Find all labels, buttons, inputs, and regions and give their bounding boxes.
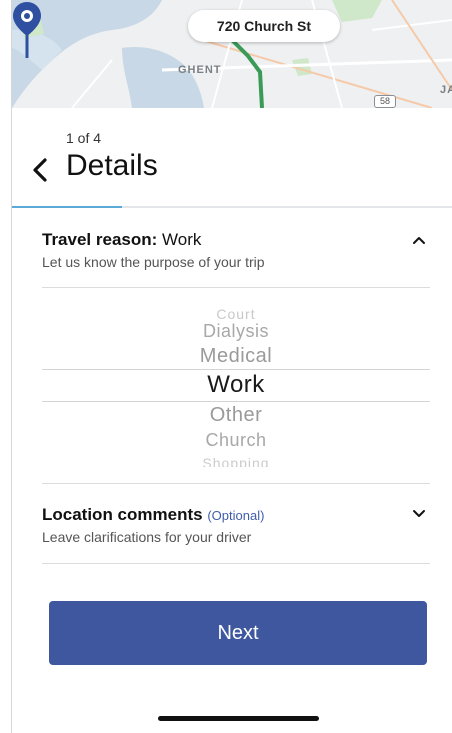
picker-option[interactable]: Other (42, 404, 430, 427)
section-divider (42, 563, 430, 564)
travel-reason-subtitle: Let us know the purpose of your trip (42, 254, 265, 270)
progress-bar (12, 206, 452, 208)
back-chevron-icon[interactable] (28, 156, 52, 184)
screen-edge (11, 0, 12, 733)
address-pill: 720 Church St (188, 10, 340, 42)
page-title: Details (66, 149, 158, 182)
chevron-down-icon[interactable] (410, 508, 428, 520)
chevron-up-icon[interactable] (410, 234, 428, 246)
travel-reason-label: Travel reason: (42, 230, 158, 249)
section-divider (42, 483, 430, 484)
picker-option[interactable]: Medical (42, 345, 430, 368)
picker-option[interactable]: Church (42, 430, 430, 451)
picker-option[interactable]: Court (42, 306, 430, 322)
app-screen: GHENT JA 58 720 Church St 1 of 4 Details… (0, 0, 452, 733)
map-place-label-2: JA (440, 84, 452, 96)
location-comments-subtitle: Leave clarifications for your driver (42, 529, 252, 545)
location-pin-icon (13, 2, 41, 58)
picker-option[interactable]: Shopping (42, 453, 430, 467)
route-shield: 58 (374, 95, 396, 108)
travel-reason-header[interactable]: Travel reason: Work (42, 230, 201, 250)
picker-option-selected[interactable]: Work (42, 371, 430, 399)
map-place-label: GHENT (178, 64, 222, 76)
home-indicator (158, 716, 319, 721)
travel-reason-value: Work (162, 230, 202, 249)
picker-option[interactable]: Dialysis (42, 321, 430, 342)
section-divider (42, 287, 430, 288)
travel-reason-picker[interactable]: Court Dialysis Medical Work Other Church Shopp… (42, 298, 430, 472)
progress-fill (12, 206, 122, 208)
location-comments-label: Location comments (42, 505, 203, 524)
location-comments-header[interactable]: Location comments (Optional) (42, 505, 264, 525)
picker-selection-line (42, 401, 430, 402)
picker-selection-line (42, 369, 430, 370)
step-indicator: 1 of 4 (66, 130, 102, 146)
optional-tag: (Optional) (207, 508, 265, 523)
next-button[interactable]: Next (49, 601, 427, 665)
map-view[interactable]: GHENT JA 58 720 Church St (12, 0, 452, 108)
